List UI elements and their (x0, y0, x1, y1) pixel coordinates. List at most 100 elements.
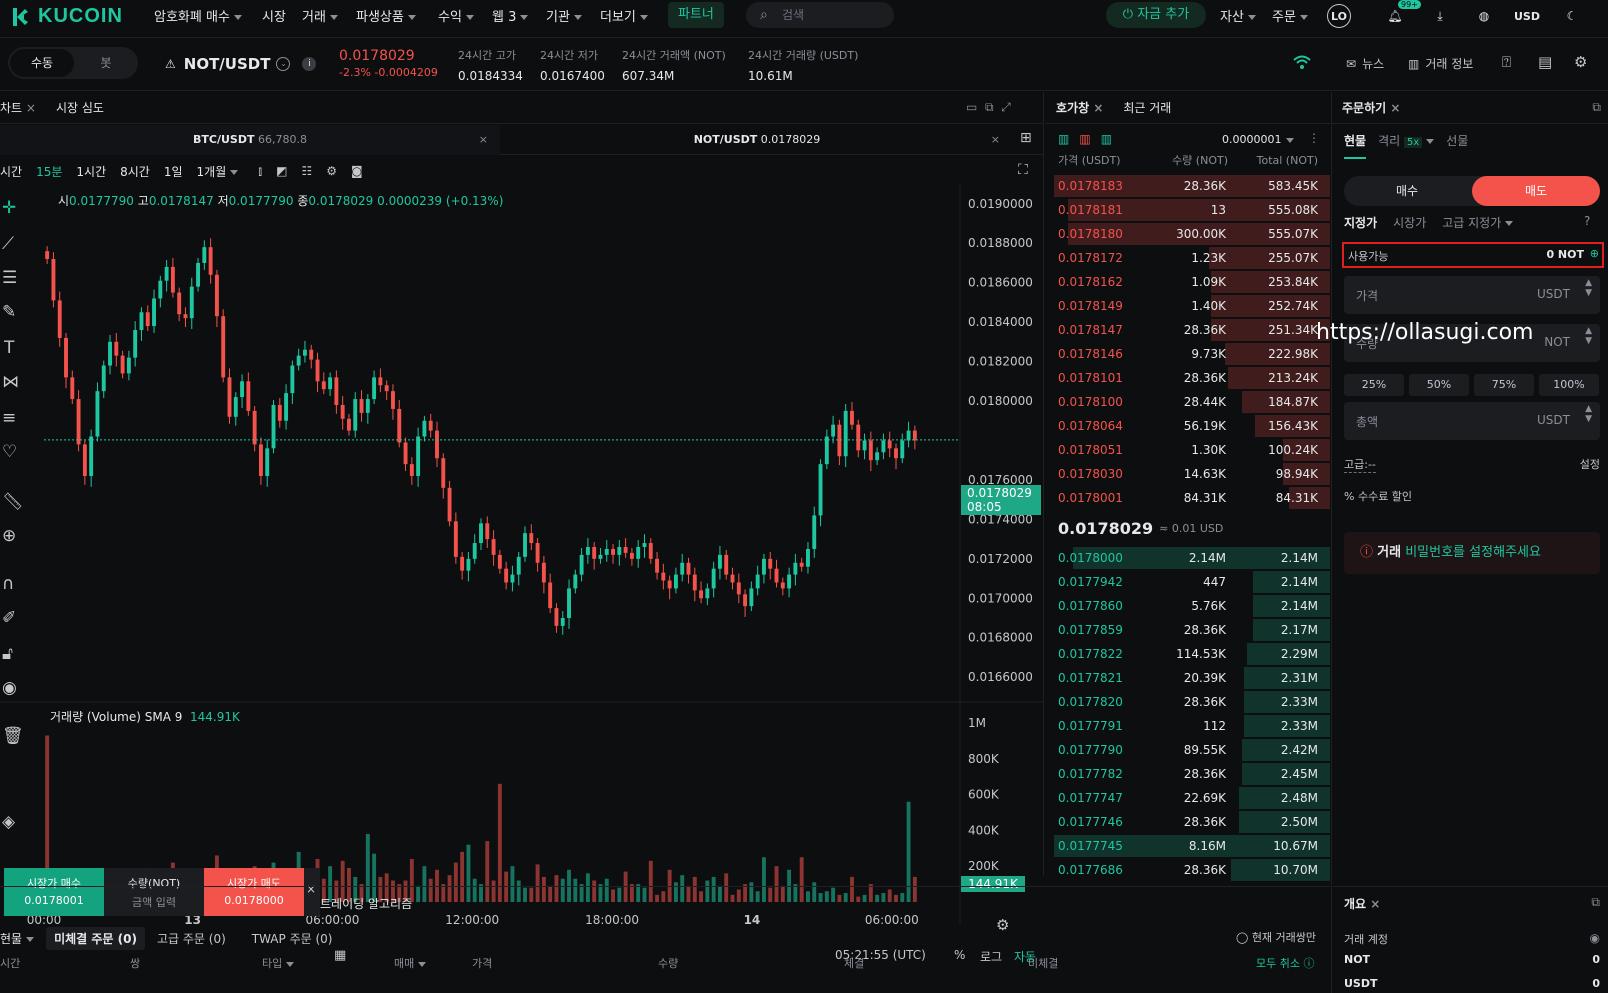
bid-row[interactable]: 0.0177686 28.36K 10.70M (1046, 858, 1330, 882)
avatar[interactable]: LO (1327, 4, 1351, 28)
download-icon[interactable]: ⤓ (1428, 4, 1452, 28)
pair-selector[interactable]: ⚠ NOT/USDT ⌄ i (165, 55, 317, 73)
mode-switch[interactable]: 수동 봇 (8, 47, 138, 79)
tab-spot[interactable]: 현물 (1344, 132, 1367, 159)
window-icons[interactable]: ▭ ⧉ ⤢ (966, 100, 1011, 115)
mode-manual[interactable]: 수동 (10, 49, 74, 77)
partner-button[interactable]: 파트너 (668, 2, 724, 28)
tab-overview[interactable]: 개요 × (1344, 895, 1380, 912)
advanced-settings[interactable]: 고급:-- (1344, 456, 1376, 473)
tab-twap-orders[interactable]: TWAP 주문 (0) (252, 930, 333, 947)
ask-row[interactable]: 0.0178147 28.36K 251.34K (1046, 318, 1330, 342)
ask-row[interactable]: 0.0178149 1.40K 252.74K (1046, 294, 1330, 318)
list-icon[interactable]: ☷ (301, 164, 312, 178)
side-filter[interactable]: 매매 (394, 955, 427, 971)
bid-row[interactable]: 0.0177821 20.39K 2.31M (1046, 666, 1330, 690)
pct-25[interactable]: 25% (1344, 374, 1404, 396)
ask-row[interactable]: 0.0178180 300.00K 555.07K (1046, 222, 1330, 246)
nav-more[interactable]: 더보기 (600, 6, 648, 25)
bid-row[interactable]: 0.0178000 2.14M 2.14M (1046, 546, 1330, 570)
total-input[interactable]: 총액 USDT ▲ ▼ (1344, 402, 1600, 440)
ask-row[interactable]: 0.0178101 28.36K 213.24K (1046, 366, 1330, 390)
ask-row[interactable]: 0.0178183 28.36K 583.45K (1046, 174, 1330, 198)
tab-futures[interactable]: 선물 (1446, 132, 1468, 159)
nav-earn[interactable]: 수익 (438, 6, 474, 25)
help-icon[interactable]: ⍰ (1502, 53, 1511, 71)
fullscreen-icon[interactable]: ⛶ (1018, 162, 1028, 178)
tab-isolated[interactable]: 격리 5x (1378, 132, 1435, 159)
both-sides-icon[interactable]: ▥ (1058, 132, 1069, 146)
add-circle-icon[interactable]: ⊕ (1590, 247, 1599, 260)
grid-layout-icon[interactable]: ⊞ (1020, 130, 1032, 146)
password-warning[interactable]: ⓘ 거래 비밀번호를 설정해주세요 (1344, 532, 1600, 574)
bid-row[interactable]: 0.0177746 28.36K 2.50M (1046, 810, 1330, 834)
price-chart[interactable]: 0.0190000 0.0188000 0.0186000 0.0184000 0.01… (0, 184, 1044, 924)
ask-row[interactable]: 0.0178030 14.63K 98.94K (1046, 462, 1330, 486)
tab-place-order[interactable]: 주문하기 × (1332, 99, 1410, 116)
bid-row[interactable]: 0.0177782 28.36K 2.45M (1046, 762, 1330, 786)
interval-time[interactable]: 시간 (0, 163, 22, 180)
gear-icon[interactable]: ⚙ (326, 164, 337, 178)
trade-info-button[interactable]: ▥ 거래 정보 (1408, 55, 1473, 72)
interval-1d[interactable]: 1일 (164, 163, 183, 180)
bid-row[interactable]: 0.0177747 22.69K 2.48M (1046, 786, 1330, 810)
ask-row[interactable]: 0.0178181 13 555.08K (1046, 198, 1330, 222)
price-input[interactable]: 가격 USDT ▲ ▼ (1344, 276, 1600, 314)
info-icon[interactable]: i (302, 57, 317, 71)
stepper-icon[interactable]: ▲ ▼ (1585, 278, 1592, 298)
mode-market[interactable]: 시장가 (1393, 214, 1426, 231)
stepper-icon[interactable]: ▲ ▼ (1585, 404, 1592, 424)
ask-row[interactable]: 0.0178064 56.19K 156.43K (1046, 414, 1330, 438)
theme-icon[interactable]: ☾ (1560, 4, 1584, 28)
search-input[interactable]: ⌕ 검색 (746, 2, 894, 28)
tab-advanced-orders[interactable]: 고급 주문 (0) (157, 930, 226, 947)
current-pair-only-checkbox[interactable]: ◯ 현재 거래쌍만 (1236, 929, 1316, 945)
ask-row[interactable]: 0.0178162 1.09K 253.84K (1046, 270, 1330, 294)
market-filter[interactable]: 현물 (0, 930, 35, 947)
nav-derivatives[interactable]: 파생상품 (356, 6, 416, 25)
eye-icon[interactable]: ◉ (1590, 931, 1600, 945)
pct-100[interactable]: 100% (1539, 374, 1599, 396)
help-icon[interactable]: ? (1584, 214, 1590, 228)
interval-1mo[interactable]: 1개월 (197, 163, 239, 180)
mode-advanced-limit[interactable]: 고급 지정가 (1442, 214, 1514, 231)
deposit-button[interactable]: ⏻ 자금 추가 (1106, 2, 1206, 28)
ask-row[interactable]: 0.0178100 28.44K 184.87K (1046, 390, 1330, 414)
ask-row[interactable]: 0.0178001 84.31K 84.31K (1046, 486, 1330, 510)
nav-trade[interactable]: 거래 (302, 6, 338, 25)
layout-icon[interactable]: ▤ (1538, 53, 1552, 71)
trading-algo-tab[interactable]: 트레이딩 알고리즘 (320, 895, 412, 912)
camera-icon[interactable]: ◙ (351, 164, 363, 178)
ask-row[interactable]: 0.0178146 9.73K 222.98K (1046, 342, 1330, 366)
tab-orderbook[interactable]: 호가창 × (1046, 99, 1113, 116)
asks-only-icon[interactable]: ▥ (1079, 132, 1090, 146)
buy-tab[interactable]: 매수 (1344, 176, 1470, 206)
bid-row[interactable]: 0.0177822 114.53K 2.29M (1046, 642, 1330, 666)
kucoin-logo[interactable]: KUCOIN (10, 5, 123, 28)
mode-limit[interactable]: 지정가 (1344, 214, 1377, 231)
pct-75[interactable]: 75% (1474, 374, 1534, 396)
pct-50[interactable]: 50% (1409, 374, 1469, 396)
popout-icon[interactable]: ⧉ (1592, 100, 1601, 115)
bids-only-icon[interactable]: ▥ (1101, 132, 1112, 146)
more-icon[interactable]: ⋮ (1308, 131, 1320, 145)
ask-row[interactable]: 0.0178172 1.23K 255.07K (1046, 246, 1330, 270)
news-button[interactable]: ✉ 뉴스 (1346, 55, 1384, 72)
bid-row[interactable]: 0.0177791 112 2.33M (1046, 714, 1330, 738)
interval-15m[interactable]: 15분 (36, 163, 62, 180)
interval-1h[interactable]: 1시간 (76, 163, 106, 180)
bid-row[interactable]: 0.0177820 28.36K 2.33M (1046, 690, 1330, 714)
globe-icon[interactable]: ◍ (1472, 4, 1496, 28)
currency-selector[interactable]: USD (1510, 4, 1544, 28)
bid-row[interactable]: 0.0177745 8.16M 10.67M (1046, 834, 1330, 858)
tab-chart[interactable]: 차트 × (0, 99, 46, 116)
stepper-icon[interactable]: ▲ ▼ (1585, 326, 1592, 346)
nav-markets[interactable]: 시장 (262, 6, 286, 25)
nav-institutional[interactable]: 기관 (546, 6, 582, 25)
bid-row[interactable]: 0.0177790 89.55K 2.42M (1046, 738, 1330, 762)
mode-bot[interactable]: 봇 (76, 49, 136, 77)
settings-link[interactable]: 설정 (1580, 456, 1600, 472)
settings-icon[interactable]: ⚙ (1574, 53, 1587, 71)
ask-row[interactable]: 0.0178051 1.30K 100.24K (1046, 438, 1330, 462)
precision-selector[interactable]: 0.0000001 (1222, 133, 1294, 146)
